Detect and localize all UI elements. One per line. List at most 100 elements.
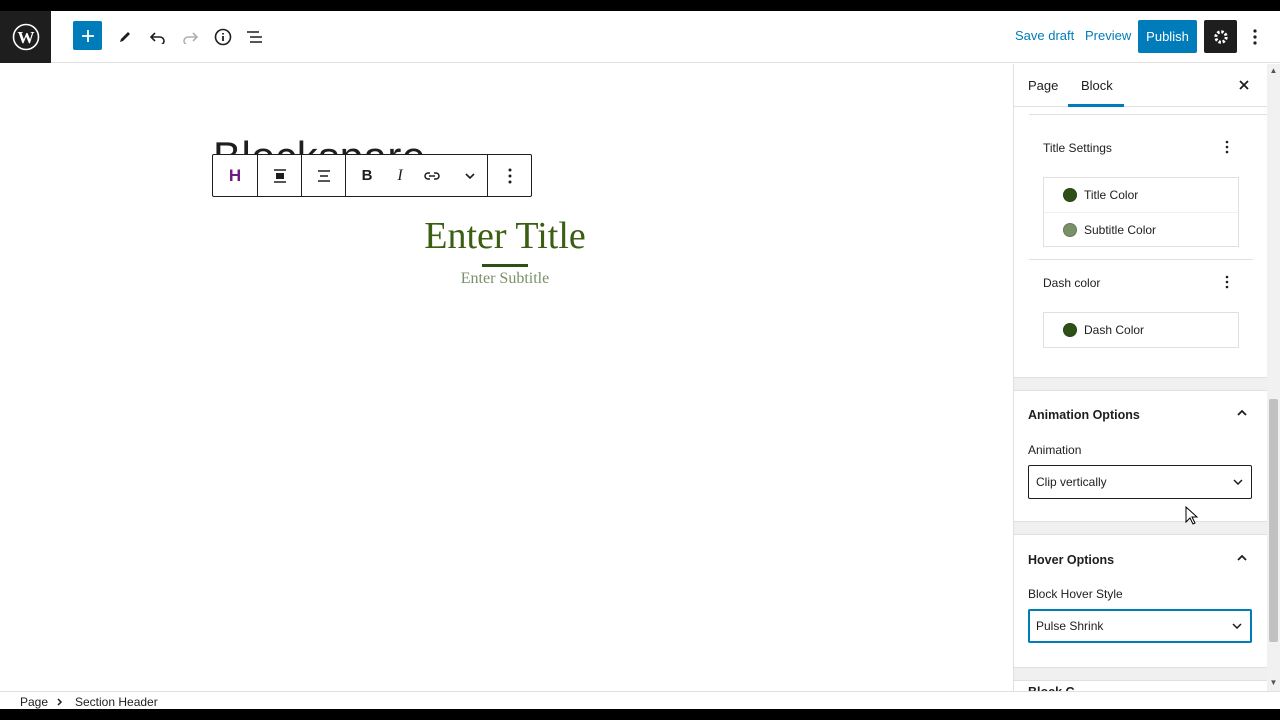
save-draft-button[interactable]: Save draft	[1015, 28, 1074, 43]
settings-sidebar: Page Block Title Settings Title Color Su…	[1013, 64, 1280, 691]
title-color-item[interactable]: Title Color	[1044, 178, 1238, 212]
chevron-down-icon	[1233, 479, 1243, 485]
divider	[1029, 259, 1253, 260]
hover-style-select[interactable]: Pulse Shrink	[1028, 609, 1252, 643]
details-button[interactable]	[206, 20, 240, 54]
active-tab-indicator	[1068, 104, 1124, 107]
scroll-up-icon[interactable]: ▲	[1269, 66, 1278, 75]
hover-collapse-toggle[interactable]	[1235, 551, 1249, 565]
panel-separator	[1014, 377, 1268, 391]
svg-text:W: W	[17, 28, 34, 47]
more-vertical-icon	[1225, 275, 1229, 289]
hover-style-field-label: Block Hover Style	[1028, 587, 1123, 601]
hover-style-select-value: Pulse Shrink	[1036, 619, 1104, 633]
tab-page[interactable]: Page	[1028, 78, 1058, 93]
block-toolbar: H B I	[212, 154, 532, 197]
panel-separator	[1014, 521, 1268, 535]
list-view-button[interactable]	[238, 20, 272, 54]
scroll-down-icon[interactable]: ▼	[1269, 678, 1278, 687]
more-vertical-icon	[1253, 29, 1257, 45]
block-options-button[interactable]	[488, 155, 531, 196]
chevron-up-icon	[1237, 409, 1247, 416]
tools-button[interactable]	[108, 20, 142, 54]
options-group	[488, 155, 531, 196]
gear-icon	[1213, 29, 1228, 44]
title-settings-label: Title Settings	[1043, 141, 1112, 155]
hover-options-title[interactable]: Hover Options	[1028, 553, 1114, 567]
italic-icon: I	[397, 166, 403, 184]
section-dash	[482, 264, 528, 267]
sidebar-tabs: Page Block	[1014, 64, 1268, 107]
tab-block[interactable]: Block	[1081, 78, 1113, 93]
close-sidebar-button[interactable]	[1234, 75, 1254, 95]
undo-icon	[149, 32, 165, 44]
settings-button[interactable]	[1204, 20, 1237, 53]
breadcrumb-section-header[interactable]: Section Header	[75, 695, 158, 709]
info-icon	[214, 28, 232, 46]
panel-separator	[1014, 667, 1268, 681]
dash-color-menu[interactable]	[1219, 274, 1235, 290]
animation-select[interactable]: Clip vertically	[1028, 465, 1252, 499]
more-vertical-icon	[508, 168, 511, 183]
title-colors-list: Title Color Subtitle Color	[1043, 177, 1239, 247]
chevron-down-icon	[464, 172, 475, 179]
wordpress-logo[interactable]: W	[0, 11, 51, 63]
chevron-up-icon	[1237, 554, 1247, 561]
block-type-group: H	[213, 155, 258, 196]
italic-button[interactable]: I	[388, 155, 412, 196]
preview-button[interactable]: Preview	[1085, 28, 1131, 43]
mouse-cursor-icon	[1185, 506, 1199, 525]
dash-color-item-label: Dash Color	[1084, 323, 1145, 337]
title-settings-menu[interactable]	[1219, 139, 1235, 155]
editor-canvas[interactable]: Blockspare H B I Enter Title Enter Subti…	[0, 64, 1013, 691]
plus-icon	[81, 29, 94, 42]
pencil-icon	[120, 32, 130, 42]
more-vertical-icon	[1225, 140, 1229, 154]
scroll-thumb[interactable]	[1269, 399, 1278, 642]
animation-options-title[interactable]: Animation Options	[1028, 408, 1140, 422]
text-align-icon	[317, 169, 330, 182]
title-color-label: Title Color	[1084, 188, 1139, 202]
animation-collapse-toggle[interactable]	[1235, 406, 1249, 420]
section-title[interactable]: Enter Title	[0, 214, 1010, 258]
chevron-down-icon	[1232, 623, 1242, 629]
block-align-button[interactable]	[258, 155, 301, 196]
animation-select-value: Clip vertically	[1036, 475, 1107, 489]
dash-color-item[interactable]: Dash Color	[1044, 313, 1238, 347]
heading-block-icon: H	[228, 165, 242, 185]
link-button[interactable]	[412, 155, 452, 196]
breadcrumb-page[interactable]: Page	[20, 695, 48, 709]
dash-colors-list: Dash Color	[1043, 312, 1239, 348]
chevron-right-icon	[57, 698, 63, 706]
alignment-group	[258, 155, 346, 196]
undo-button[interactable]	[141, 20, 175, 54]
align-center-block-icon	[273, 168, 286, 183]
subtitle-color-item[interactable]: Subtitle Color	[1044, 212, 1238, 246]
section-subtitle[interactable]: Enter Subtitle	[0, 270, 1010, 288]
dash-color-swatch	[1063, 323, 1077, 337]
format-group: B I	[346, 155, 488, 196]
redo-icon	[183, 32, 199, 44]
text-align-button[interactable]	[301, 155, 345, 196]
breadcrumb: Page Section Header	[0, 691, 1280, 709]
list-view-icon	[247, 31, 262, 43]
bold-icon: B	[361, 167, 373, 184]
add-block-button[interactable]	[73, 21, 102, 50]
editor-frame: W Save draft Preview Publish Blockspare …	[0, 11, 1280, 709]
title-color-swatch	[1063, 188, 1077, 202]
divider	[1029, 114, 1268, 115]
dash-color-label: Dash color	[1043, 276, 1101, 290]
link-icon	[424, 171, 440, 180]
animation-field-label: Animation	[1028, 443, 1082, 457]
subtitle-color-swatch	[1063, 222, 1077, 237]
block-type-button[interactable]: H	[213, 155, 257, 196]
wordpress-logo-icon: W	[12, 23, 39, 51]
subtitle-color-label: Subtitle Color	[1084, 222, 1157, 237]
close-icon	[1239, 80, 1249, 90]
bold-button[interactable]: B	[346, 155, 388, 196]
options-button[interactable]	[1240, 20, 1270, 54]
publish-button[interactable]: Publish	[1138, 20, 1197, 53]
sidebar-scrollbar[interactable]: ▲ ▼	[1267, 64, 1280, 691]
redo-button[interactable]	[173, 20, 207, 54]
more-formats-button[interactable]	[452, 155, 487, 196]
